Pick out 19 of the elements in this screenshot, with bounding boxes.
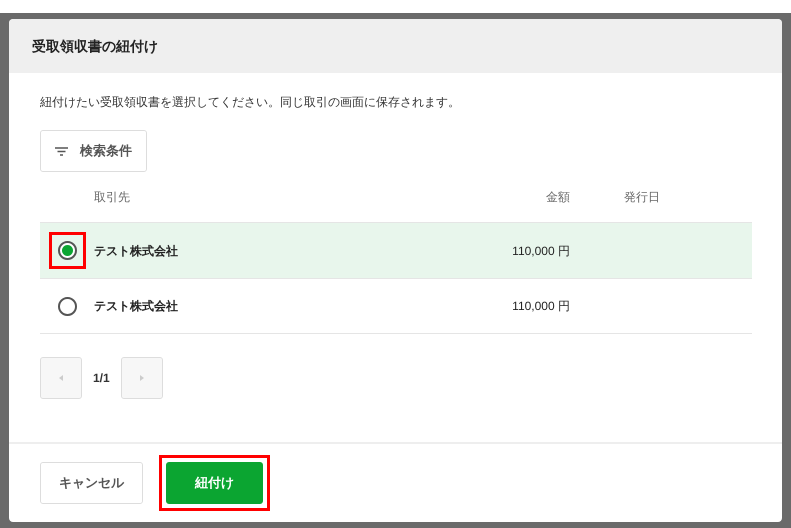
radio-button[interactable] xyxy=(58,296,76,316)
radio-button[interactable] xyxy=(58,241,76,260)
column-header: 金額 xyxy=(545,189,570,206)
table-row[interactable]: テスト株式会社 110,000 円 xyxy=(40,222,752,278)
column-header: 取引先 xyxy=(94,189,131,206)
caret-right-icon xyxy=(140,375,144,381)
amount-text: 110,000 円 xyxy=(512,244,570,258)
description-text: 紐付けたい受取領収書を選択してください。同じ取引の画面に保存されます。 xyxy=(40,94,461,111)
column-header: 発行日 xyxy=(623,189,660,206)
amount-text: 110,000 円 xyxy=(512,299,570,313)
partner-name: テスト株式会社 xyxy=(94,299,178,313)
page-indicator: 1/1 xyxy=(93,370,110,387)
filter-icon xyxy=(55,146,68,156)
table-row[interactable]: テスト株式会社 110,000 円 xyxy=(40,278,752,334)
dialog-title: 受取領収書の紐付け xyxy=(32,36,158,56)
cancel-button[interactable]: キャンセル xyxy=(40,462,143,504)
filter-button[interactable]: 検索条件 xyxy=(40,130,147,172)
partner-name: テスト株式会社 xyxy=(94,244,178,258)
caret-left-icon xyxy=(59,375,63,381)
